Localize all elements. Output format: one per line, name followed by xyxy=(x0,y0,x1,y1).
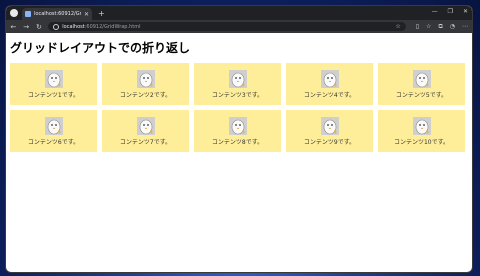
extensions-icon[interactable]: ⧉ xyxy=(438,23,442,31)
address-bar[interactable]: localhost:60912/GridWrap.html ☆ xyxy=(48,22,406,31)
cell-label: コンテンツ9です。 xyxy=(303,138,356,146)
cell-label: コンテンツ5です。 xyxy=(395,91,448,99)
tab-title: localhost:60912/GridWrap.html xyxy=(34,11,81,17)
mascot-image xyxy=(136,116,155,135)
mascot-image xyxy=(44,69,63,88)
tab-bar: localhost:60912/GridWrap.html ✕ + — ❐ ✕ xyxy=(6,6,472,20)
grid-cell: コンテンツ3です。 xyxy=(194,63,281,105)
url-host: localhost xyxy=(62,23,85,30)
grid-cell: コンテンツ9です。 xyxy=(286,110,373,152)
split-screen-icon[interactable]: ▯ xyxy=(416,23,419,31)
browser-window: localhost:60912/GridWrap.html ✕ + — ❐ ✕ … xyxy=(6,6,472,272)
cell-label: コンテンツ6です。 xyxy=(27,138,80,146)
url-path: :60912/GridWrap.html xyxy=(84,23,141,30)
cell-label: コンテンツ7です。 xyxy=(119,138,172,146)
minimize-button[interactable]: — xyxy=(432,8,438,15)
grid-cell: コンテンツ1です。 xyxy=(10,63,97,105)
mascot-image xyxy=(412,69,431,88)
mascot-image xyxy=(136,69,155,88)
grid-cell: コンテンツ10です。 xyxy=(378,110,465,152)
reload-icon[interactable]: ↻ xyxy=(36,23,43,31)
grid-cell: コンテンツ8です。 xyxy=(194,110,281,152)
url-text: localhost:60912/GridWrap.html xyxy=(62,24,140,30)
new-tab-button[interactable]: + xyxy=(98,9,105,18)
window-controls: — ❐ ✕ xyxy=(432,8,468,15)
mascot-image xyxy=(412,116,431,135)
cell-label: コンテンツ2です。 xyxy=(119,91,172,99)
tab-active[interactable]: localhost:60912/GridWrap.html ✕ xyxy=(22,8,92,20)
cell-label: コンテンツ8です。 xyxy=(211,138,264,146)
content-grid: コンテンツ1です。 コンテンツ2です。 コンテンツ3です。 コンテンツ4です。 … xyxy=(10,63,468,152)
close-window-button[interactable]: ✕ xyxy=(463,8,468,15)
mascot-image xyxy=(228,116,247,135)
tab-close-icon[interactable]: ✕ xyxy=(84,11,89,18)
mascot-image xyxy=(320,69,339,88)
page-content: グリッドレイアウトでの折り返し コンテンツ1です。 コンテンツ2です。 コンテン… xyxy=(6,33,472,152)
cell-label: コンテンツ3です。 xyxy=(211,91,264,99)
cell-label: コンテンツ4です。 xyxy=(303,91,356,99)
grid-cell: コンテンツ5です。 xyxy=(378,63,465,105)
profile-icon[interactable] xyxy=(10,9,18,17)
cell-label: コンテンツ10です。 xyxy=(393,138,450,146)
browser-toolbar: ← → ↻ localhost:60912/GridWrap.html ☆ ▯ … xyxy=(6,20,472,33)
back-icon[interactable]: ← xyxy=(10,23,17,31)
toolbar-actions: ▯ ☆ ⧉ ◔ ⋯ xyxy=(416,23,468,31)
favicon-icon xyxy=(25,11,31,17)
maximize-button[interactable]: ❐ xyxy=(448,8,453,15)
grid-cell: コンテンツ6です。 xyxy=(10,110,97,152)
profile-button-icon[interactable]: ◔ xyxy=(450,23,455,31)
mascot-image xyxy=(228,69,247,88)
grid-cell: コンテンツ2です。 xyxy=(102,63,189,105)
favorites-icon[interactable]: ☆ xyxy=(426,23,431,31)
cell-label: コンテンツ1です。 xyxy=(27,91,80,99)
forward-icon[interactable]: → xyxy=(23,23,30,31)
menu-icon[interactable]: ⋯ xyxy=(462,23,468,31)
mascot-image xyxy=(44,116,63,135)
grid-cell: コンテンツ4です。 xyxy=(286,63,373,105)
grid-cell: コンテンツ7です。 xyxy=(102,110,189,152)
star-icon[interactable]: ☆ xyxy=(395,23,400,30)
mascot-image xyxy=(320,116,339,135)
page-title: グリッドレイアウトでの折り返し xyxy=(10,41,191,55)
info-icon[interactable] xyxy=(53,23,60,30)
